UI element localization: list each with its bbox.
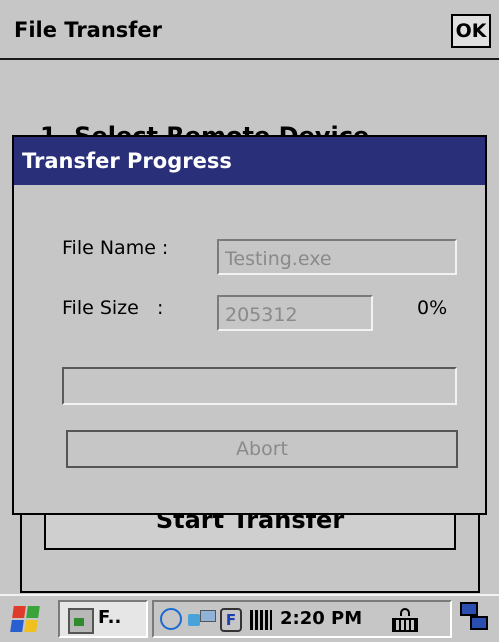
transfer-progress-dialog: Transfer Progress File Name : Testing.ex… — [12, 135, 487, 515]
system-tray: F 2:20 PM — [152, 600, 452, 638]
ok-button[interactable]: OK — [451, 14, 491, 48]
progress-bar — [62, 367, 457, 405]
windows-switch-icon[interactable] — [460, 602, 492, 636]
file-name-label: File Name : — [62, 237, 169, 259]
sync-icon[interactable] — [160, 608, 182, 630]
keyboard-icon[interactable] — [390, 606, 420, 634]
title-bar: File Transfer OK — [0, 0, 499, 60]
taskbar-app-button[interactable]: F.. — [58, 600, 148, 638]
app-title: File Transfer — [14, 18, 163, 42]
network-icon[interactable] — [188, 610, 216, 630]
dialog-title: Transfer Progress — [14, 137, 485, 185]
taskbar-app-label: F.. — [98, 607, 122, 628]
clock[interactable]: 2:20 PM — [280, 608, 362, 629]
start-flag-icon — [10, 606, 40, 632]
percent-label: 0% — [417, 297, 448, 319]
barcode-icon[interactable] — [250, 610, 272, 630]
taskbar: F.. F 2:20 PM — [0, 594, 499, 642]
file-size-field: 205312 — [217, 295, 373, 331]
start-button[interactable] — [4, 600, 48, 638]
background-step-text: 1. Select Remote Device — [40, 122, 370, 136]
file-name-field: Testing.exe — [217, 239, 457, 275]
abort-button[interactable]: Abort — [66, 430, 458, 468]
f-icon[interactable]: F — [220, 608, 242, 632]
file-size-label: File Size : — [62, 297, 164, 319]
file-transfer-app-icon — [68, 608, 94, 634]
